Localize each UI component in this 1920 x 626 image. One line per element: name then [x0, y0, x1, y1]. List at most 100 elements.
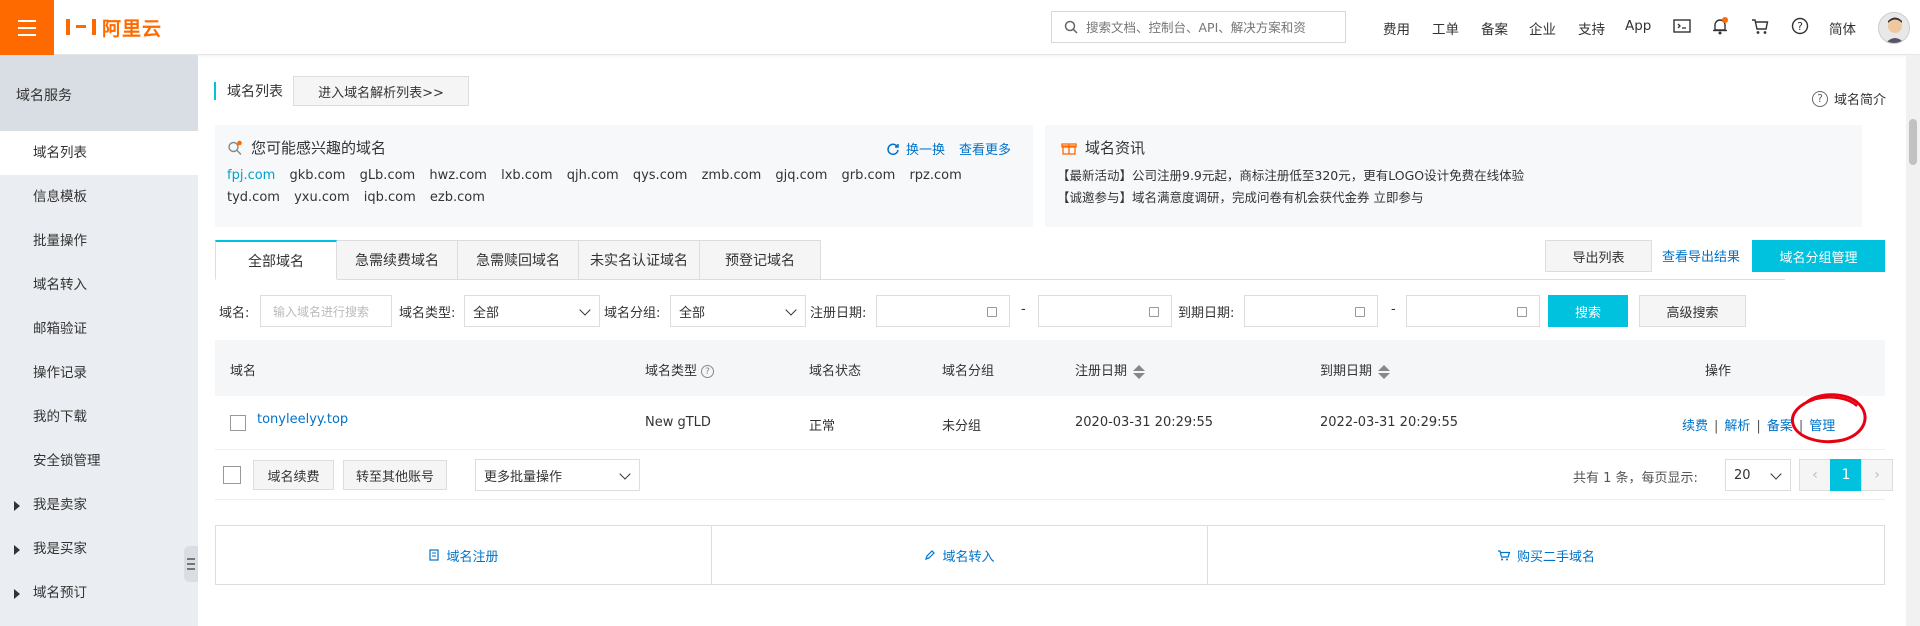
calendar-icon — [1517, 307, 1527, 317]
news-panel: 域名资讯 【最新活动】公司注册9.9元起，商标注册低至320元，更有LOGO设计… — [1045, 125, 1862, 227]
page-size-select[interactable]: 20 — [1725, 459, 1791, 491]
menu-icon[interactable] — [0, 0, 54, 55]
group-select[interactable]: 全部 — [670, 295, 806, 327]
col-reg-date[interactable]: 注册日期 — [1075, 360, 1146, 379]
search-icon — [228, 140, 242, 155]
goto-dns-list-button[interactable]: 进入域名解析列表>> — [293, 76, 469, 106]
sidebar-item-reserve[interactable]: 域名预订 — [0, 571, 198, 615]
nav-fees[interactable]: 费用 — [1383, 18, 1410, 38]
sidebar-item-seller[interactable]: 我是卖家 — [0, 483, 198, 527]
search-button[interactable]: 搜索 — [1548, 295, 1628, 327]
suggested-domain[interactable]: grb.com — [842, 168, 896, 183]
suggested-domain[interactable]: hwz.com — [429, 168, 487, 183]
sidebar-item-email-verify[interactable]: 邮箱验证 — [0, 307, 198, 351]
interest-title: 您可能感兴趣的域名 — [251, 139, 387, 157]
group-manage-button[interactable]: 域名分组管理 — [1752, 240, 1885, 272]
domain-search-input[interactable]: 输入域名进行搜索 — [260, 295, 392, 327]
chevron-down-icon — [785, 304, 797, 316]
suggested-domain[interactable]: iqb.com — [364, 190, 416, 205]
page-1-button[interactable]: 1 — [1830, 459, 1862, 491]
help-icon[interactable]: ? — [1790, 16, 1810, 36]
batch-actions-row: 域名续费 转至其他账号 更多批量操作 共有 1 条，每页显示: 20 ‹ 1 › — [215, 450, 1893, 500]
terminal-icon[interactable] — [1672, 16, 1692, 36]
batch-renew-button[interactable]: 域名续费 — [253, 460, 334, 490]
cart-icon[interactable] — [1750, 16, 1770, 36]
global-search[interactable] — [1051, 11, 1346, 43]
more-batch-select[interactable]: 更多批量操作 — [475, 459, 640, 491]
avatar[interactable] — [1878, 12, 1910, 44]
reg-date-end-input[interactable] — [1038, 295, 1172, 327]
help-icon[interactable]: ? — [701, 365, 715, 378]
nav-icp[interactable]: 备案 — [1481, 18, 1508, 38]
suggested-domain[interactable]: gLb.com — [360, 168, 416, 183]
export-list-button[interactable]: 导出列表 — [1545, 240, 1652, 272]
main-content: 域名列表 进入域名解析列表>> ? 域名简介 您可能感兴趣的域名 换一换 查看更… — [198, 55, 1920, 626]
transfer-in-link[interactable]: 域名转入 — [712, 526, 1208, 584]
nav-tickets[interactable]: 工单 — [1432, 18, 1459, 38]
domain-intro-link[interactable]: ? 域名简介 — [1811, 89, 1886, 108]
collapse-icon — [187, 558, 195, 570]
suggested-domain[interactable]: qys.com — [633, 168, 688, 183]
col-domain: 域名 — [230, 364, 257, 379]
col-exp-date[interactable]: 到期日期 — [1320, 360, 1391, 379]
tab-need-redeem[interactable]: 急需赎回域名 — [458, 240, 579, 280]
transfer-account-button[interactable]: 转至其他账号 — [343, 460, 447, 490]
suggested-domain[interactable]: fpj.com — [227, 168, 275, 183]
news-item[interactable]: 【最新活动】公司注册9.9元起，商标注册低至320元，更有LOGO设计免费在线体… — [1057, 165, 1524, 187]
suggested-domain[interactable]: gjq.com — [775, 168, 827, 183]
next-page-button[interactable]: › — [1861, 459, 1893, 491]
suggested-domain[interactable]: qjh.com — [567, 168, 619, 183]
sidebar-collapse-handle[interactable] — [184, 546, 198, 582]
scrollbar-thumb[interactable] — [1909, 119, 1917, 165]
sidebar-item-op-log[interactable]: 操作记录 — [0, 351, 198, 395]
suggested-domain[interactable]: gkb.com — [289, 168, 345, 183]
sidebar-item-security-lock[interactable]: 安全锁管理 — [0, 439, 198, 483]
view-more-link[interactable]: 查看更多 — [959, 139, 1011, 158]
tab-need-renew[interactable]: 急需续费域名 — [337, 240, 458, 280]
search-input[interactable] — [1086, 19, 1326, 35]
nav-enterprise[interactable]: 企业 — [1529, 18, 1556, 38]
page-scrollbar[interactable] — [1906, 55, 1920, 626]
exp-date-start-input[interactable] — [1244, 295, 1378, 327]
register-domain-link[interactable]: 域名注册 — [216, 526, 712, 584]
logo[interactable]: 阿里云 — [66, 14, 162, 40]
chevron-down-icon — [1770, 468, 1782, 480]
domain-link[interactable]: tonyleelyy.top — [257, 412, 348, 427]
nav-app[interactable]: App — [1625, 18, 1651, 34]
sidebar-item-templates[interactable]: 信息模板 — [0, 175, 198, 219]
suggested-domain[interactable]: yxu.com — [294, 190, 350, 205]
view-exports-link[interactable]: 查看导出结果 — [1662, 246, 1740, 265]
prev-page-button[interactable]: ‹ — [1799, 459, 1831, 491]
dns-link[interactable]: 解析 — [1724, 419, 1750, 434]
sidebar-item-batch[interactable]: 批量操作 — [0, 219, 198, 263]
exp-date-end-input[interactable] — [1406, 295, 1540, 327]
refresh-link[interactable]: 换一换 — [906, 139, 945, 158]
quick-links: 域名注册 域名转入 购买二手域名 — [215, 525, 1885, 585]
type-select[interactable]: 全部 — [464, 295, 600, 327]
tab-preregistered[interactable]: 预登记域名 — [700, 240, 821, 280]
exp-date: 2022-03-31 20:29:55 — [1320, 415, 1459, 430]
news-item[interactable]: 【诚邀参与】域名满意度调研，完成问卷有机会获代金券 立即参与 — [1057, 187, 1524, 209]
nav-support[interactable]: 支持 — [1578, 18, 1605, 38]
tab-all-domains[interactable]: 全部域名 — [215, 240, 337, 280]
renew-link[interactable]: 续费 — [1682, 419, 1708, 434]
sidebar-item-buyer[interactable]: 我是买家 — [0, 527, 198, 571]
language-switch[interactable]: 简体 — [1829, 18, 1856, 38]
tab-unverified[interactable]: 未实名认证域名 — [579, 240, 700, 280]
document-icon — [429, 549, 440, 561]
bell-icon[interactable] — [1710, 16, 1730, 36]
sidebar-item-downloads[interactable]: 我的下载 — [0, 395, 198, 439]
suggested-domain[interactable]: ezb.com — [430, 190, 485, 205]
suggested-domain[interactable]: zmb.com — [702, 168, 762, 183]
refresh-icon[interactable] — [886, 142, 900, 156]
row-checkbox[interactable] — [230, 415, 246, 431]
reg-date-start-input[interactable] — [876, 295, 1010, 327]
sidebar-item-domain-list[interactable]: 域名列表 — [0, 131, 198, 175]
suggested-domain[interactable]: rpz.com — [909, 168, 961, 183]
select-all-checkbox[interactable] — [223, 466, 241, 484]
buy-used-domain-link[interactable]: 购买二手域名 — [1208, 526, 1884, 584]
advanced-search-button[interactable]: 高级搜索 — [1639, 295, 1746, 327]
sidebar-item-transfer-in[interactable]: 域名转入 — [0, 263, 198, 307]
suggested-domain[interactable]: tyd.com — [227, 190, 280, 205]
suggested-domain[interactable]: lxb.com — [501, 168, 552, 183]
